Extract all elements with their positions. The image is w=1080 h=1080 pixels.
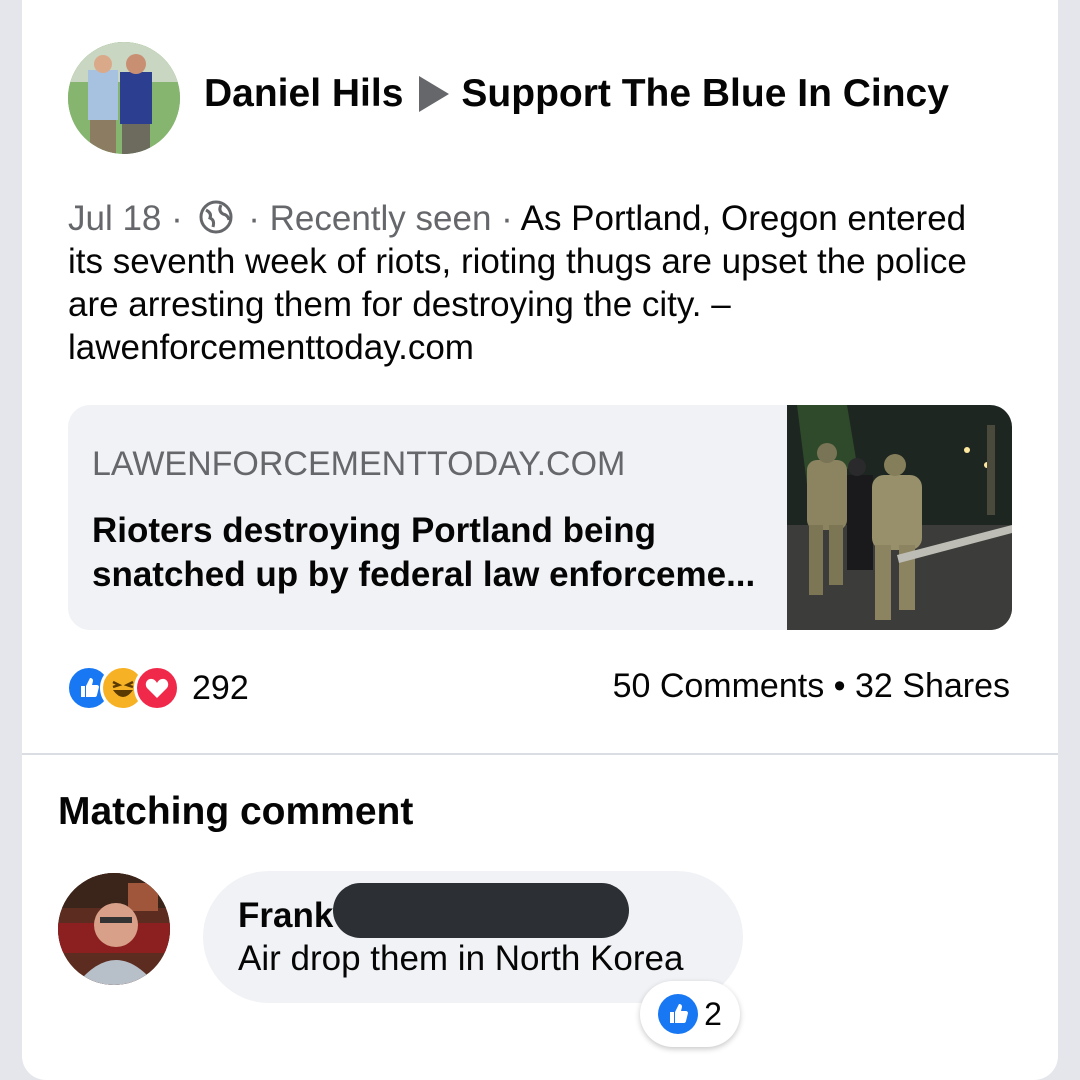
love-icon (134, 665, 180, 711)
link-domain: LAWENFORCEMENTTODAY.COM (92, 445, 626, 483)
arrow-right-icon (419, 76, 450, 112)
like-icon (658, 994, 699, 1034)
link-thumbnail (787, 405, 1012, 630)
reaction-summary[interactable]: 292 (66, 665, 249, 711)
recently-seen: · Recently seen · (238, 199, 521, 238)
redaction-bar (333, 883, 629, 938)
post-body: Jul 18 · · Recently seen · As Portland, … (68, 197, 998, 369)
globe-icon (199, 200, 233, 234)
comment-like-count: 2 (704, 995, 722, 1032)
author-name[interactable]: Daniel Hils (204, 72, 403, 116)
comment-reaction-pill[interactable]: 2 (640, 981, 740, 1047)
link-preview[interactable]: LAWENFORCEMENTTODAY.COM Rioters destroyi… (68, 405, 1012, 630)
divider (22, 753, 1058, 755)
meta-separator: · (161, 199, 193, 238)
link-title: Rioters destroying Portland being snatch… (92, 511, 756, 594)
engagement-stats: 50 Comments • 32 Shares (613, 667, 1010, 706)
author-avatar[interactable] (68, 42, 180, 154)
group-name[interactable]: Support The Blue In Cincy (461, 72, 949, 116)
commenter-avatar[interactable] (58, 873, 170, 985)
post-date[interactable]: Jul 18 (68, 199, 161, 238)
reaction-count: 292 (192, 668, 249, 707)
comments-count[interactable]: 50 Comments (613, 667, 825, 705)
commenter-name[interactable]: Frank (238, 896, 333, 936)
matching-comment-title: Matching comment (58, 790, 414, 833)
shares-count[interactable]: 32 Shares (855, 667, 1010, 705)
stats-dot: • (824, 667, 855, 705)
post-card: Daniel Hils Support The Blue In Cincy Ju… (22, 0, 1058, 1080)
comment-text: Air drop them in North Korea (238, 939, 684, 978)
post-header: Daniel Hils Support The Blue In Cincy (204, 72, 949, 116)
